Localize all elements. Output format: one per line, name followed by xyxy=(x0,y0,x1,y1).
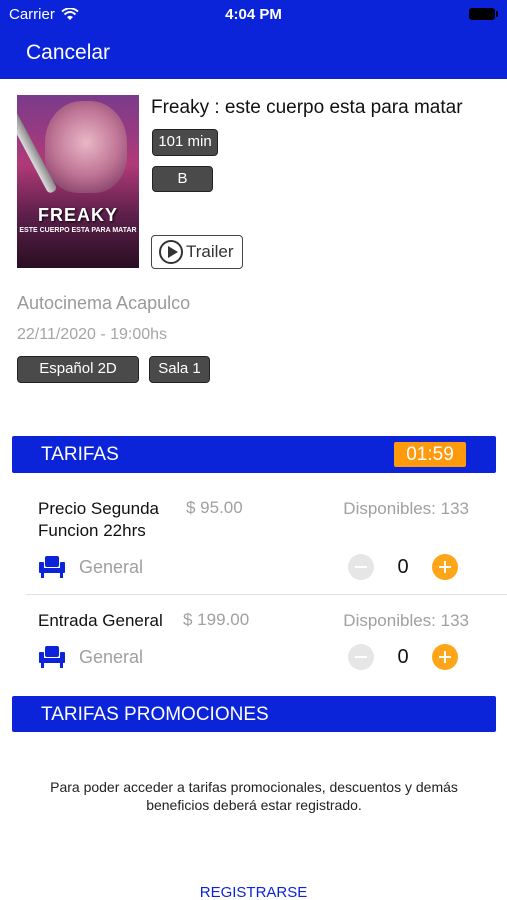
register-link[interactable]: REGISTRARSE xyxy=(0,884,507,900)
rate-availability: Disponibles: 133 xyxy=(343,611,469,630)
room-badge: Sala 1 xyxy=(149,356,210,383)
battery-icon xyxy=(469,8,498,20)
seat-icon xyxy=(39,646,65,668)
tarifas-header: TARIFAS 01:59 xyxy=(12,436,496,473)
quantity-value: 0 xyxy=(397,556,409,578)
seat-icon xyxy=(39,556,65,578)
promos-title: TARIFAS PROMOCIONES xyxy=(41,704,269,725)
rating-badge: B xyxy=(152,166,213,192)
cancel-button[interactable]: Cancelar xyxy=(26,41,110,65)
promo-message: Para poder acceder a tarifas promocional… xyxy=(50,779,458,813)
language-badge: Español 2D xyxy=(17,356,139,383)
promos-header: TARIFAS PROMOCIONES xyxy=(12,696,496,732)
trailer-button[interactable]: Trailer xyxy=(151,235,243,269)
status-bar: Carrier 4:04 PM xyxy=(0,0,507,28)
rate-price: $ 95.00 xyxy=(186,498,243,517)
increase-button[interactable] xyxy=(432,644,458,670)
rate-price: $ 199.00 xyxy=(183,610,250,629)
poster-title: FREAKY xyxy=(37,205,118,225)
row-divider xyxy=(26,594,507,595)
trailer-label: Trailer xyxy=(186,242,234,261)
rate-availability: Disponibles: 133 xyxy=(343,499,469,518)
play-icon xyxy=(159,240,183,264)
rate-name: Entrada General xyxy=(38,610,163,632)
seat-type: General xyxy=(79,557,144,577)
decrease-button[interactable] xyxy=(348,554,374,580)
movie-poster: FREAKY ESTE CUERPO ESTA PARA MATAR xyxy=(17,95,139,268)
movie-title: Freaky : este cuerpo esta para matar xyxy=(151,97,463,118)
venue-name: Autocinema Acapulco xyxy=(17,293,191,313)
show-datetime: 22/11/2020 - 19:00hs xyxy=(17,326,168,343)
status-time: 4:04 PM xyxy=(225,6,282,23)
quantity-value: 0 xyxy=(397,646,409,668)
countdown-timer: 01:59 xyxy=(394,442,466,467)
duration-badge: 101 min xyxy=(152,129,218,156)
poster-face xyxy=(45,101,127,193)
decrease-button[interactable] xyxy=(348,644,374,670)
nav-header: Carrier 4:04 PM Cancelar xyxy=(0,0,507,79)
rate-name-line2: Funcion 22hrs xyxy=(38,521,146,540)
increase-button[interactable] xyxy=(432,554,458,580)
rate-name-line1: Entrada General xyxy=(38,611,163,630)
tarifas-title: TARIFAS xyxy=(41,444,119,465)
seat-type: General xyxy=(79,647,144,667)
rate-name-line1: Precio Segunda xyxy=(38,499,159,518)
rate-name: Precio Segunda Funcion 22hrs xyxy=(38,498,159,542)
poster-subtitle: ESTE CUERPO ESTA PARA MATAR xyxy=(19,227,137,234)
